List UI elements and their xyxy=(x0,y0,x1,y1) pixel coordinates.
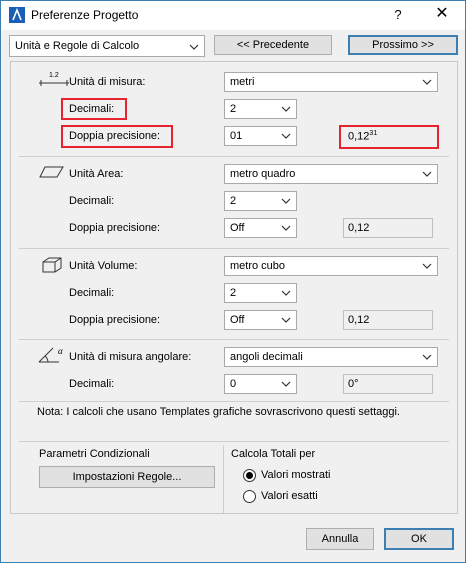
area-label: Unità Area: xyxy=(69,168,124,180)
category-select-value: Unità e Regole di Calcolo xyxy=(15,40,140,52)
chevron-down-icon xyxy=(281,198,291,204)
volume-preview-field: 0,12 xyxy=(343,310,433,330)
chevron-down-icon xyxy=(281,133,291,139)
svg-text:α: α xyxy=(58,346,63,356)
angle-preview-value: 0° xyxy=(348,378,359,390)
units-decimals-value: 2 xyxy=(230,103,237,115)
chevron-down-icon xyxy=(281,381,291,387)
volume-decimals-select[interactable]: 2 xyxy=(224,283,297,303)
volume-label: Unità Volume: xyxy=(69,260,138,272)
volume-preview-value: 0,12 xyxy=(348,314,370,326)
angle-select-value: angoli decimali xyxy=(230,351,303,363)
ok-button[interactable]: OK xyxy=(384,528,454,550)
volume-decimals-label: Decimali: xyxy=(69,287,115,299)
chevron-down-icon xyxy=(422,79,432,85)
totals-title: Calcola Totali per xyxy=(231,448,316,460)
volume-decimals-value: 2 xyxy=(230,287,237,299)
totals-option-shown-label: Valori mostrati xyxy=(261,469,331,481)
units-select-value: metri xyxy=(230,76,255,88)
totals-option-exact-label: Valori esatti xyxy=(261,490,318,502)
chevron-down-icon xyxy=(281,317,291,323)
group-divider xyxy=(223,445,224,513)
units-decimals-select[interactable]: 2 xyxy=(224,99,297,119)
svg-text:1.2: 1.2 xyxy=(49,72,59,79)
units-decimals-label: Decimali: xyxy=(69,103,115,115)
angle-units-icon: α xyxy=(38,346,63,363)
units-label: Unità di misura: xyxy=(69,76,146,88)
note-text: Nota: I calcoli che usano Templates graf… xyxy=(37,406,400,418)
rules-settings-button[interactable]: Impostazioni Regole... xyxy=(39,466,215,488)
area-decimals-value: 2 xyxy=(230,195,237,207)
chevron-down-icon xyxy=(422,354,432,360)
units-double-select[interactable]: 01 xyxy=(224,126,297,146)
area-select-value: metro quadro xyxy=(230,168,296,180)
chevron-down-icon xyxy=(281,290,291,296)
cancel-button[interactable]: Annulla xyxy=(306,528,374,550)
totals-radio-shown[interactable] xyxy=(243,469,256,482)
area-select[interactable]: metro quadro xyxy=(224,164,438,184)
chevron-down-icon xyxy=(422,263,432,269)
volume-double-select[interactable]: Off xyxy=(224,310,297,330)
preferences-dialog: Preferenze Progetto ? ✕ Unità e Regole d… xyxy=(0,0,466,563)
angle-preview-field: 0° xyxy=(343,374,433,394)
area-double-select[interactable]: Off xyxy=(224,218,297,238)
units-double-value: 01 xyxy=(230,130,243,142)
angle-label: Unità di misura angolare: xyxy=(69,351,192,363)
units-double-label: Doppia precisione: xyxy=(69,130,161,142)
settings-panel: 1.2 Unità di misura: metri Decimali: 2 D… xyxy=(10,61,458,514)
units-select[interactable]: metri xyxy=(224,72,438,92)
chevron-down-icon xyxy=(422,171,432,177)
divider xyxy=(19,401,449,402)
area-preview-field: 0,12 xyxy=(343,218,433,238)
volume-select[interactable]: metro cubo xyxy=(224,256,438,276)
title-bar: Preferenze Progetto ? ✕ xyxy=(1,1,465,30)
angle-decimals-value: 0 xyxy=(230,378,237,390)
angle-decimals-select[interactable]: 0 xyxy=(224,374,297,394)
volume-select-value: metro cubo xyxy=(230,260,286,272)
conditional-title: Parametri Condizionali xyxy=(39,448,150,460)
chevron-down-icon xyxy=(281,225,291,231)
units-preview-value: 0,12 xyxy=(348,130,370,143)
divider xyxy=(19,156,449,157)
angle-select[interactable]: angoli decimali xyxy=(224,347,438,367)
area-decimals-label: Decimali: xyxy=(69,195,115,207)
volume-units-icon xyxy=(42,257,62,273)
chevron-down-icon xyxy=(281,106,291,112)
units-preview-sup: 31 xyxy=(369,130,378,137)
volume-double-label: Doppia precisione: xyxy=(69,314,161,326)
archicad-app-icon xyxy=(9,7,25,23)
volume-double-value: Off xyxy=(230,314,245,326)
help-button[interactable]: ? xyxy=(385,3,411,27)
angle-decimals-label: Decimali: xyxy=(69,378,115,390)
window-title: Preferenze Progetto xyxy=(31,8,139,22)
area-double-value: Off xyxy=(230,222,245,234)
close-button[interactable]: ✕ xyxy=(425,3,459,27)
area-units-icon xyxy=(39,166,64,178)
chevron-down-icon xyxy=(189,44,199,50)
divider xyxy=(19,248,449,249)
units-preview: 0,1231 xyxy=(348,130,377,143)
next-button[interactable]: Prossimo >> xyxy=(348,35,458,55)
area-decimals-select[interactable]: 2 xyxy=(224,191,297,211)
totals-radio-exact[interactable] xyxy=(243,490,256,503)
area-preview-value: 0,12 xyxy=(348,222,370,234)
category-select[interactable]: Unità e Regole di Calcolo xyxy=(9,35,205,57)
area-double-label: Doppia precisione: xyxy=(69,222,161,234)
divider xyxy=(19,441,449,442)
previous-button[interactable]: << Precedente xyxy=(214,35,332,55)
divider xyxy=(19,339,449,340)
length-units-icon: 1.2 xyxy=(39,72,69,86)
